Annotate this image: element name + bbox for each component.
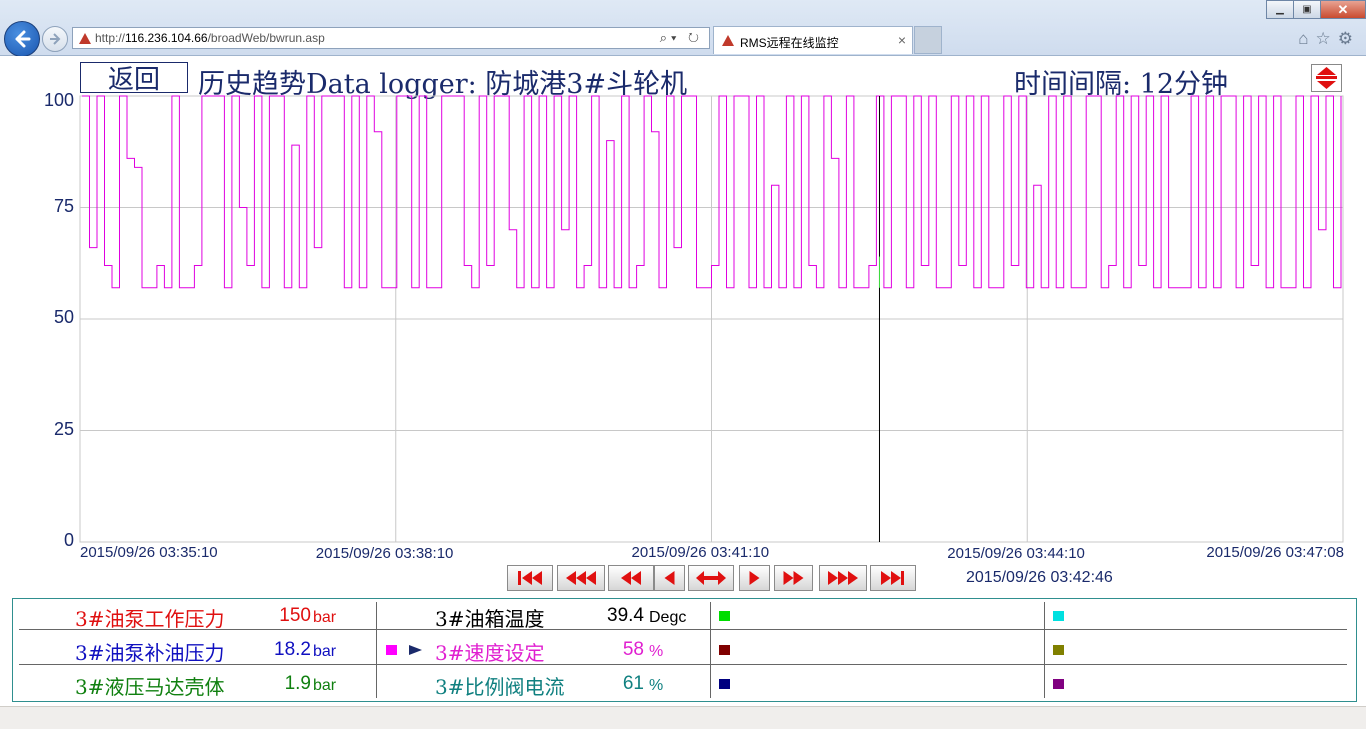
trend-chart[interactable] (0, 56, 1366, 596)
playback-step-back-button[interactable] (654, 565, 685, 591)
y-tick-label: 100 (43, 90, 74, 110)
tag-name[interactable]: 3#液压马达壳体 (75, 671, 224, 700)
step-back-icon (664, 571, 675, 585)
tag-color-swatch[interactable] (719, 679, 730, 689)
legend-divider (710, 602, 711, 698)
tag-color-swatch[interactable] (719, 611, 730, 621)
tag-legend: 3#油泵工作压力 150 bar 3#油箱温度 39.4 Degc 3#油泵补油压力 18.2… (12, 598, 1357, 702)
playback-rewind-fast-button[interactable] (557, 565, 605, 591)
playback-last-button[interactable] (870, 565, 916, 591)
cursor-timestamp: 2015/09/26 03:42:46 (966, 569, 1113, 586)
tag-value: 39.4 (607, 605, 644, 626)
forward-arrow-icon (50, 33, 61, 45)
status-bar (0, 706, 1366, 729)
tag-unit: bar (313, 677, 337, 694)
tag-unit: bar (313, 609, 337, 626)
x-tick-label: 2015/09/26 03:44:10 (947, 545, 1085, 562)
playback-step-forward-button[interactable] (739, 565, 770, 591)
tag-color-swatch[interactable] (386, 645, 397, 655)
forward-button[interactable] (42, 26, 68, 52)
tag-value: 18.2 (274, 639, 311, 660)
tag-value: 58 (622, 639, 644, 660)
rewind-fast-icon (566, 571, 596, 585)
playback-forward-button[interactable] (774, 565, 813, 591)
tag-unit: % (649, 643, 664, 660)
step-forward-icon (749, 571, 760, 585)
playback-rewind-button[interactable] (608, 565, 654, 591)
x-tick-label: 2015/09/26 03:41:10 (631, 544, 770, 561)
x-tick-label: 2015/09/26 03:35:10 (80, 544, 218, 561)
forward-icon (783, 571, 804, 585)
tag-name[interactable]: 3#油泵补油压力 (75, 637, 224, 666)
home-favorites-settings-icons[interactable]: ⌂☆⚙ (1298, 29, 1360, 49)
tab-logo-icon (722, 35, 734, 46)
new-tab-button[interactable] (914, 26, 942, 54)
tag-color-swatch[interactable] (719, 645, 730, 655)
y-tick-label: 25 (53, 418, 74, 439)
tag-name[interactable]: 3#油泵工作压力 (75, 603, 224, 632)
close-button[interactable]: ✕ (1320, 0, 1366, 19)
tag-color-swatch[interactable] (1053, 611, 1064, 621)
page-content: 返回 历史趋势Data logger: 防城港3#斗轮机 时间间隔: 12分钟 … (0, 56, 1366, 706)
tab-close-icon[interactable]: × (898, 32, 906, 48)
playback-first-button[interactable] (507, 565, 553, 591)
legend-divider (1044, 602, 1045, 698)
rewind-icon (621, 571, 641, 585)
tag-color-swatch[interactable] (1053, 679, 1064, 689)
back-button[interactable] (4, 21, 40, 57)
address-url: http://116.236.104.66/broadWeb/bwrun.asp (95, 31, 325, 45)
forward-fast-icon (828, 571, 858, 585)
selected-tag-arrow-icon (409, 645, 422, 655)
tag-name[interactable]: 3#比例阀电流 (435, 671, 564, 700)
tag-value: 150 (279, 605, 311, 626)
tag-unit: % (649, 677, 664, 694)
browser-tab[interactable]: RMS远程在线监控 × (713, 26, 913, 54)
tag-unit: Degc (649, 609, 687, 626)
legend-divider (376, 602, 377, 698)
window-controls: ▁ ▣ ✕ (1266, 0, 1366, 19)
last-icon (881, 571, 904, 585)
tag-value: 1.9 (284, 673, 311, 694)
maximize-button[interactable]: ▣ (1293, 0, 1321, 19)
tag-unit: bar (313, 643, 337, 660)
site-logo-icon (79, 33, 91, 44)
y-tick-label: 75 (53, 195, 74, 216)
y-tick-label: 50 (53, 307, 74, 327)
tag-name[interactable]: 3#速度设定 (435, 637, 544, 666)
x-tick-label: 2015/09/26 03:47:08 (1206, 544, 1344, 561)
x-tick-label: 2015/09/26 03:38:10 (315, 545, 454, 562)
playback-fit-button[interactable] (688, 565, 734, 591)
tag-color-swatch[interactable] (1053, 645, 1064, 655)
fit-icon (696, 571, 726, 585)
minimize-button[interactable]: ▁ (1266, 0, 1294, 19)
tag-name[interactable]: 3#油箱温度 (435, 603, 544, 632)
first-icon (518, 571, 542, 585)
tag-value: 61 (622, 673, 644, 694)
playback-forward-fast-button[interactable] (819, 565, 867, 591)
browser-chrome: http://116.236.104.66/broadWeb/bwrun.asp… (0, 0, 1366, 57)
search-refresh-icons[interactable]: ⌕▾ ↻ (660, 30, 703, 46)
tab-title: RMS远程在线监控 (740, 36, 839, 50)
back-arrow-icon (15, 30, 31, 48)
address-bar[interactable]: http://116.236.104.66/broadWeb/bwrun.asp… (72, 27, 710, 49)
y-tick-label: 0 (63, 530, 74, 550)
